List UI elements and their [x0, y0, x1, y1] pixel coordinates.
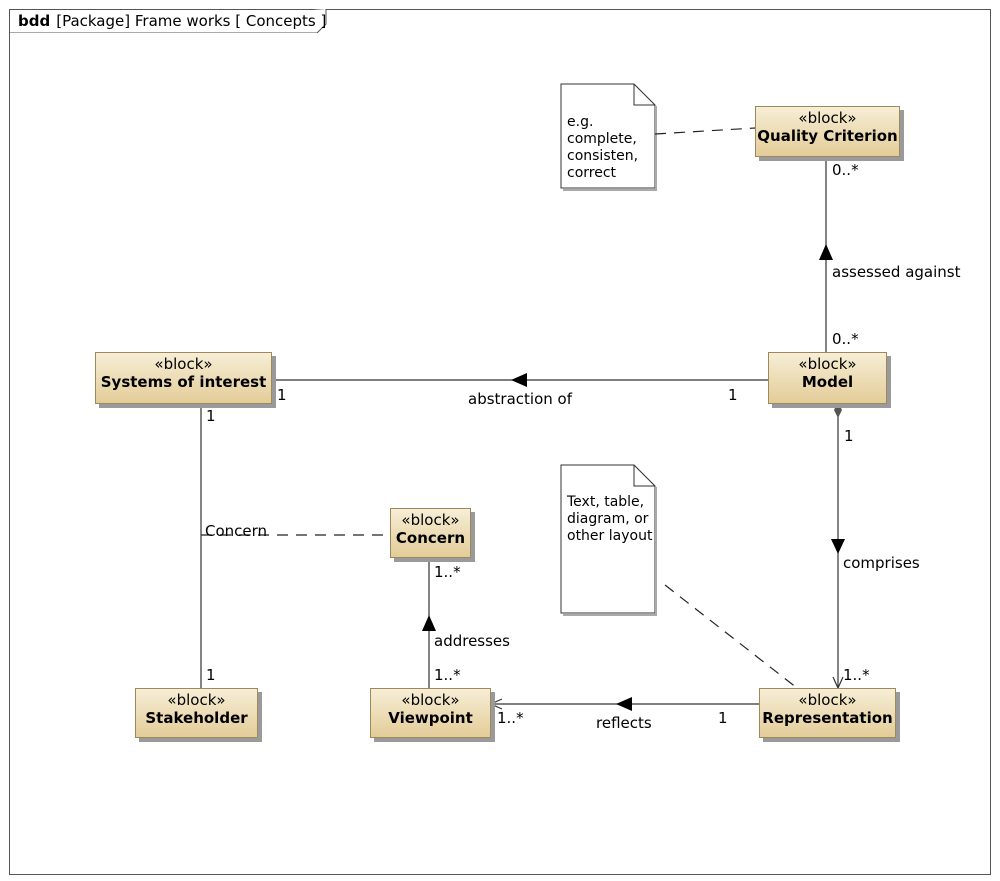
block-stereotype: «block»	[154, 355, 213, 373]
note-line: diagram, or	[567, 511, 649, 527]
block-name: Model	[801, 373, 854, 391]
note-quality-text: e.g. complete, consisten, correct	[567, 114, 638, 182]
block-stakeholder[interactable]: «block» Stakeholder	[135, 688, 258, 738]
assessed-against-direction-icon	[819, 244, 833, 260]
multiplicity-systems-end: 1	[277, 386, 287, 404]
multiplicity-model-quality-end: 0..*	[832, 330, 859, 348]
block-stereotype: «block»	[401, 691, 460, 709]
note-line: complete,	[567, 131, 637, 147]
composition-diamond-icon	[834, 402, 842, 418]
block-name: Representation	[762, 709, 893, 727]
addresses-direction-icon	[422, 615, 436, 631]
block-concern[interactable]: «block» Concern	[390, 508, 471, 558]
block-name: Concern	[395, 529, 466, 547]
multiplicity-representation-end: 1..*	[843, 666, 870, 684]
note-line: other layout	[567, 528, 653, 544]
note-line: e.g.	[567, 114, 594, 130]
multiplicity-quality-end: 0..*	[832, 161, 859, 179]
block-stereotype: «block»	[401, 511, 460, 529]
block-stereotype: «block»	[798, 355, 857, 373]
multiplicity-viewpoint-end: 1..*	[497, 709, 524, 727]
multiplicity-stakeholder-end: 1	[206, 666, 216, 684]
block-name: Viewpoint	[388, 709, 473, 727]
multiplicity-viewpoint-addresses-end: 1..*	[434, 666, 461, 684]
abstraction-direction-icon	[511, 373, 527, 387]
note-line: consisten,	[567, 148, 639, 164]
note-quality-anchor	[654, 127, 756, 135]
multiplicity-systems-stakeholder-end: 1	[206, 407, 216, 425]
note-line: Text, table,	[567, 494, 645, 510]
reflects-direction-icon	[616, 697, 632, 711]
block-stereotype: «block»	[798, 109, 857, 127]
label-assessed-against: assessed against	[832, 263, 961, 281]
block-model[interactable]: «block» Model	[768, 352, 887, 404]
note-representation-anchor	[664, 584, 798, 689]
label-reflects: reflects	[596, 714, 652, 732]
block-systems-of-interest[interactable]: «block» Systems of interest	[95, 352, 272, 404]
note-line: correct	[567, 165, 617, 181]
label-comprises: comprises	[843, 554, 920, 572]
label-addresses: addresses	[434, 632, 510, 650]
multiplicity-representation-reflects-end: 1	[718, 709, 728, 727]
multiplicity-model-abstraction-end: 1	[728, 386, 738, 404]
note-representation-text: Text, table, diagram, or other layout	[567, 494, 652, 545]
label-association-class-concern: Concern	[205, 522, 268, 540]
block-quality-criterion[interactable]: «block» Quality Criterion	[755, 106, 900, 157]
block-name: Quality Criterion	[757, 127, 898, 145]
block-name: Systems of interest	[100, 373, 267, 391]
block-stereotype: «block»	[167, 691, 226, 709]
block-stereotype: «block»	[798, 691, 857, 709]
comprises-direction-icon	[831, 539, 845, 554]
multiplicity-model-composite-end: 1	[844, 427, 854, 445]
label-abstraction-of: abstraction of	[468, 390, 572, 408]
block-representation[interactable]: «block» Representation	[759, 688, 896, 738]
block-viewpoint[interactable]: «block» Viewpoint	[370, 688, 491, 738]
multiplicity-concern-end: 1..*	[434, 563, 461, 581]
block-name: Stakeholder	[145, 709, 248, 727]
